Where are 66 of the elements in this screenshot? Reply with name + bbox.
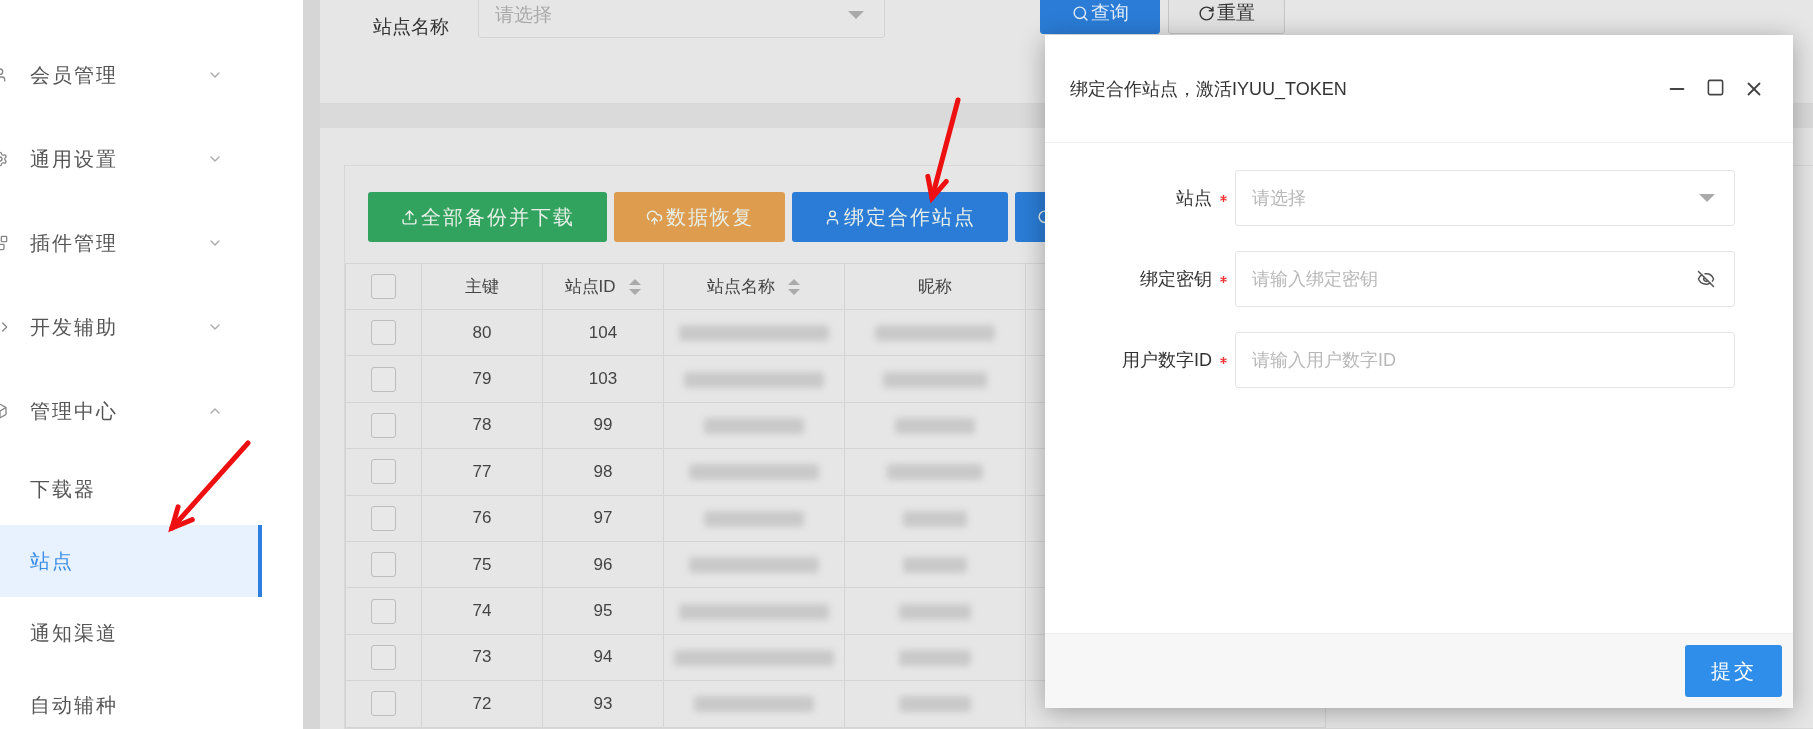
table-cell: 95: [593, 601, 613, 621]
table-cell: 103: [588, 369, 618, 389]
table-cell: 98: [593, 461, 613, 481]
search-icon: [1071, 4, 1089, 22]
sidebar-subitem[interactable]: 下载器: [0, 453, 262, 525]
field-label: 站点名称: [373, 15, 450, 39]
blurred-text: [899, 603, 971, 620]
table-cell: 73: [472, 647, 492, 667]
reset-button[interactable]: 重置: [1168, 0, 1285, 34]
table-cell: 94: [593, 647, 613, 667]
table-cell: 104: [588, 322, 618, 342]
row-checkbox[interactable]: [371, 320, 396, 346]
sort-icon[interactable]: [627, 277, 642, 296]
select-all-checkbox[interactable]: [371, 274, 396, 299]
row-checkbox[interactable]: [371, 598, 396, 624]
field-label: 站点: [1175, 187, 1212, 210]
input-field[interactable]: 请输入用户数字ID: [1235, 332, 1735, 388]
row-checkbox[interactable]: [371, 459, 396, 485]
sidebar-item[interactable]: 插件管理: [30, 229, 207, 257]
table-cell: 99: [593, 415, 613, 435]
sidebar-item[interactable]: 通用设置: [30, 145, 207, 173]
table-cell: 97: [593, 508, 613, 528]
table-cell: 78: [472, 415, 492, 435]
sidebar-item[interactable]: 会员管理: [30, 61, 207, 89]
row-checkbox[interactable]: [371, 366, 396, 392]
sidebar-item[interactable]: 开发辅助: [30, 313, 207, 341]
blurred-text: [903, 557, 967, 574]
caret-icon: [848, 11, 864, 19]
user-icon: [824, 208, 841, 226]
eye-off-icon[interactable]: [1697, 270, 1715, 288]
column-header: 昵称: [918, 276, 952, 298]
blurred-text: [899, 649, 971, 666]
caret-icon: [1699, 194, 1715, 202]
search-button[interactable]: 查询: [1040, 0, 1160, 34]
sidebar-subitem[interactable]: 自动辅种: [0, 669, 262, 729]
table-cell: 77: [472, 461, 492, 481]
column-header: 站点ID: [564, 276, 616, 298]
row-checkbox[interactable]: [371, 552, 396, 578]
dialog-title: 绑定合作站点，激活IYUU_TOKEN: [1070, 77, 1347, 101]
table-cell: 96: [593, 554, 613, 574]
row-checkbox[interactable]: [371, 505, 396, 531]
blurred-text: [899, 696, 971, 713]
table-cell: 80: [472, 322, 492, 342]
upload-icon: [400, 208, 418, 226]
field-label: 绑定密钥: [1139, 268, 1212, 291]
row-checkbox[interactable]: [371, 691, 396, 717]
table-cell: 93: [593, 693, 613, 713]
row-checkbox[interactable]: [371, 644, 396, 670]
field-label: 用户数字ID: [1121, 349, 1212, 372]
table-cell: 74: [472, 601, 492, 621]
bind-button[interactable]: 绑定合作站点: [792, 192, 1008, 242]
input-field[interactable]: 请输入绑定密钥: [1235, 251, 1735, 307]
refresh-icon: [1198, 4, 1215, 22]
table-cell: 79: [472, 369, 492, 389]
column-header: 主键: [465, 276, 499, 298]
cloud-icon: [645, 208, 663, 226]
table-cell: 75: [472, 554, 492, 574]
column-header: 站点名称: [707, 276, 775, 298]
sort-icon[interactable]: [787, 277, 801, 296]
sidebar-subitem[interactable]: 通知渠道: [0, 597, 262, 669]
row-checkbox[interactable]: [371, 412, 396, 438]
blurred-text: [903, 510, 967, 527]
site-select[interactable]: 请选择: [1235, 170, 1735, 226]
table-cell: 72: [472, 693, 492, 713]
sidebar-item[interactable]: 管理中心: [30, 397, 207, 425]
table-cell: 76: [472, 508, 492, 528]
